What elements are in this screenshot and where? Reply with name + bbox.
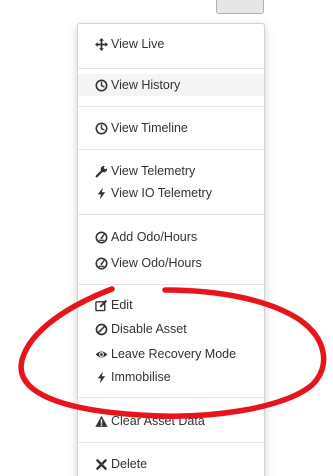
menu-item-view-history[interactable]: View History (78, 74, 264, 96)
warning-triangle-icon (95, 415, 108, 428)
menu-item-view-io-telemetry[interactable]: View IO Telemetry (78, 182, 264, 204)
menu-divider (78, 284, 264, 285)
menu-item-leave-recovery-mode[interactable]: Leave Recovery Mode (78, 343, 264, 365)
menu-item-view-live[interactable]: View Live (78, 33, 264, 55)
lightning-bolt-icon (95, 187, 108, 200)
screenshot-stage: View Live View History View Timeline Vie… (0, 0, 333, 476)
menu-divider (78, 106, 264, 107)
menu-item-label: View IO Telemetry (111, 186, 212, 200)
cross-icon (95, 458, 108, 471)
menu-divider (78, 397, 264, 398)
menu-item-edit[interactable]: Edit (78, 294, 264, 316)
menu-divider (78, 214, 264, 215)
menu-item-label: Leave Recovery Mode (111, 347, 237, 361)
menu-item-label: Clear Asset Data (111, 414, 205, 428)
wrench-icon (95, 165, 108, 178)
eye-icon (95, 348, 108, 361)
menu-item-label: Add Odo/Hours (111, 230, 198, 244)
move-arrows-icon (95, 37, 108, 51)
dashboard-gauge-icon (95, 231, 108, 244)
menu-item-label: Edit (111, 298, 133, 312)
menu-item-view-odo-hours[interactable]: View Odo/Hours (78, 252, 264, 274)
menu-item-clear-asset-data[interactable]: Clear Asset Data (78, 410, 264, 432)
menu-item-delete[interactable]: Delete (78, 453, 264, 475)
menu-item-label: View Timeline (111, 121, 188, 135)
menu-item-view-timeline[interactable]: View Timeline (78, 117, 264, 139)
menu-item-label: Delete (111, 457, 148, 471)
menu-item-immobilise[interactable]: Immobilise (78, 366, 264, 388)
menu-item-label: View History (111, 78, 181, 92)
ban-icon (95, 323, 108, 336)
edit-icon (95, 299, 108, 312)
lightning-bolt-icon (95, 371, 108, 384)
asset-actions-menu: View Live View History View Timeline Vie… (77, 23, 265, 476)
menu-item-label: View Odo/Hours (111, 256, 202, 270)
menu-item-view-telemetry[interactable]: View Telemetry (78, 160, 264, 182)
clock-icon (95, 122, 108, 135)
menu-item-label: View Telemetry (111, 164, 196, 178)
menu-divider (78, 442, 264, 443)
menu-divider (78, 68, 264, 69)
menu-item-add-odo-hours[interactable]: Add Odo/Hours (78, 226, 264, 248)
clock-icon (95, 79, 108, 92)
dropdown-toggle-button[interactable] (216, 0, 264, 14)
menu-item-label: Immobilise (111, 370, 171, 384)
menu-divider (78, 149, 264, 150)
menu-item-label: View Live (111, 37, 165, 51)
menu-item-disable-asset[interactable]: Disable Asset (78, 318, 264, 340)
dashboard-gauge-icon (95, 257, 108, 270)
menu-item-label: Disable Asset (111, 322, 187, 336)
